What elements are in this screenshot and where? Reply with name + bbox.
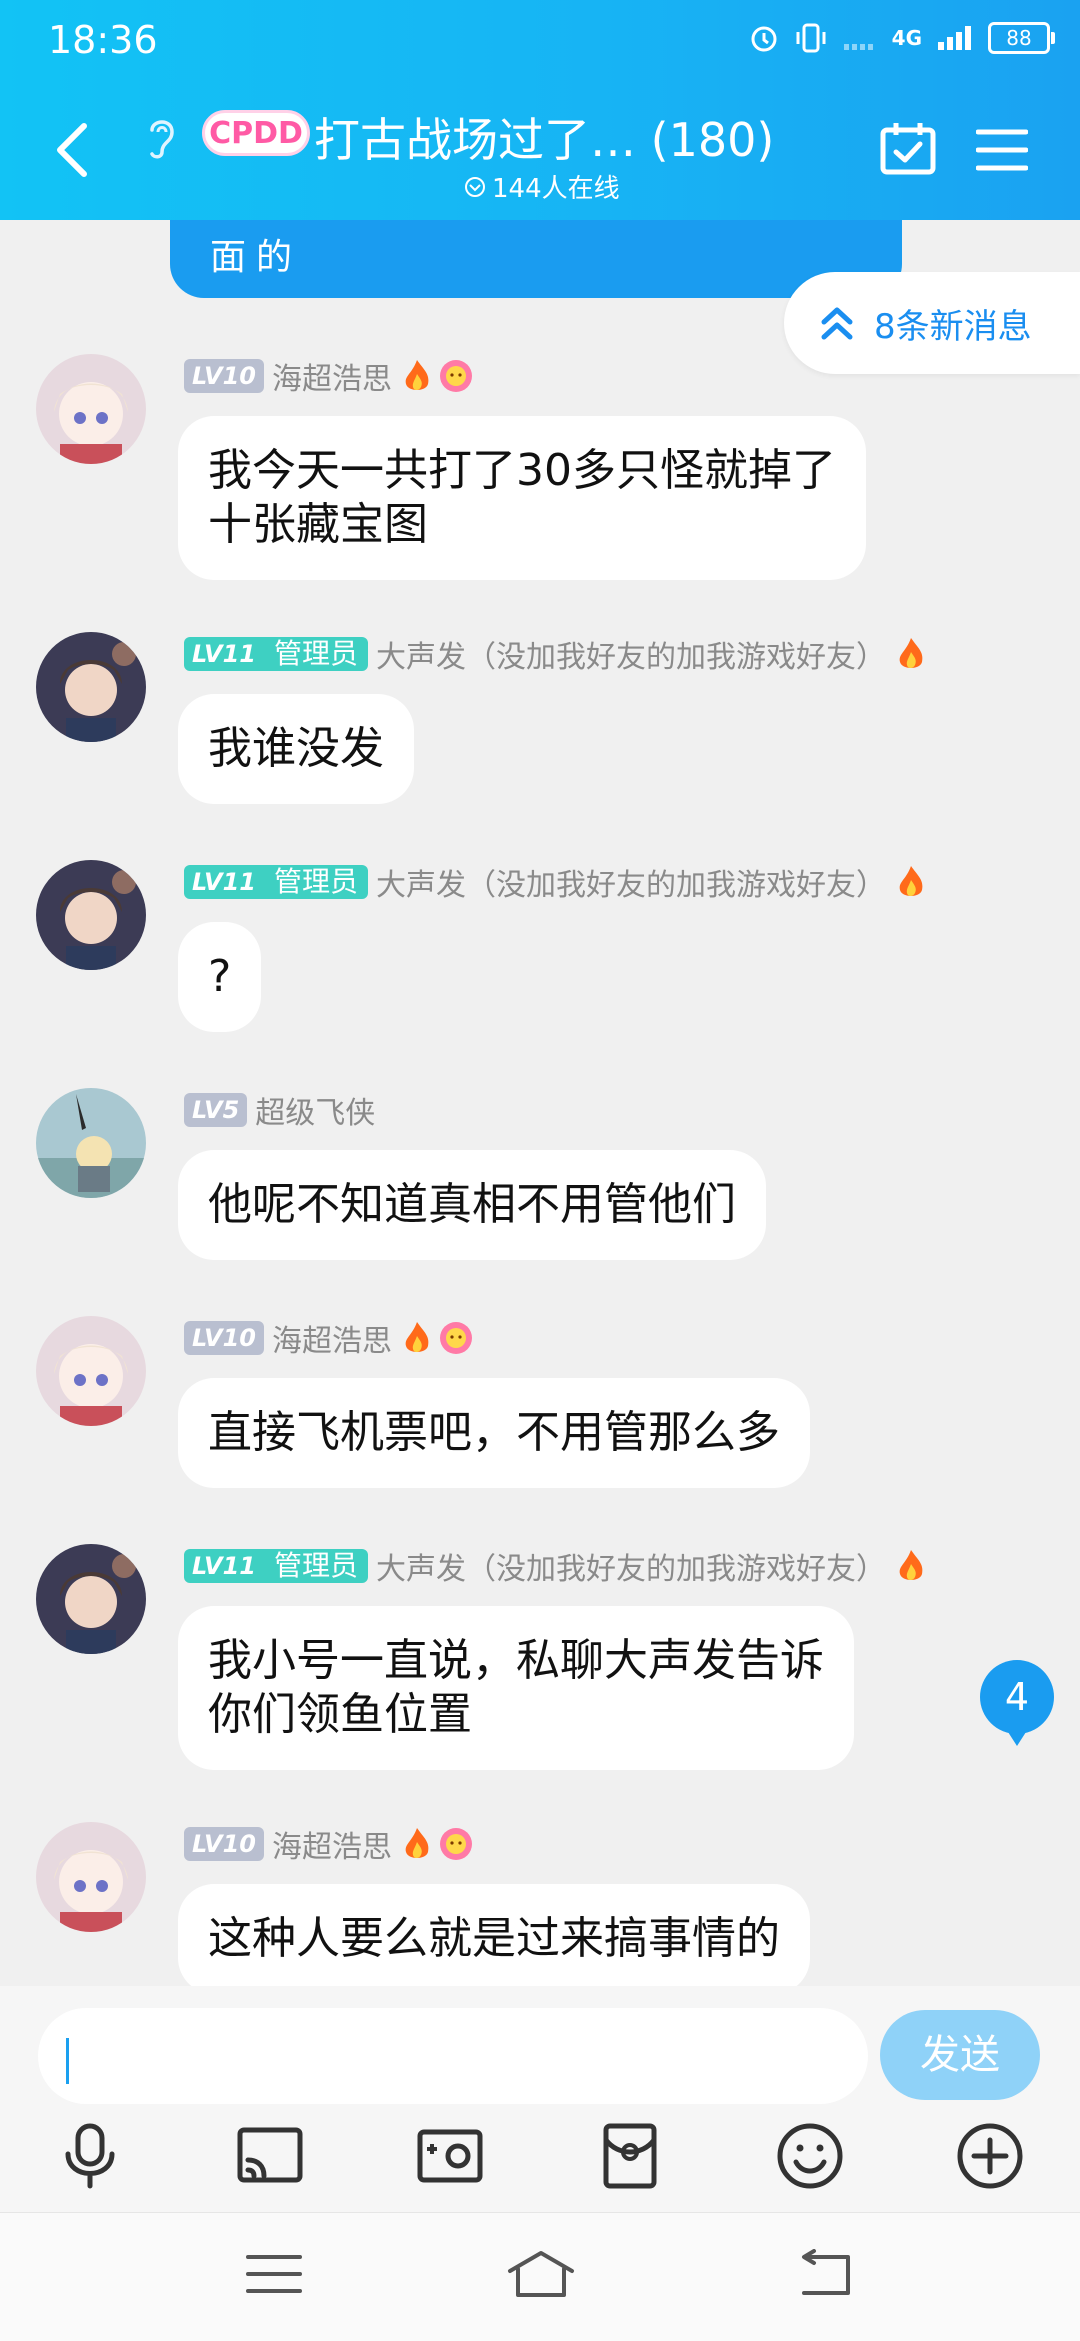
calendar-check-icon[interactable]: [880, 120, 936, 176]
online-count: 144人在线: [492, 174, 620, 204]
avatar[interactable]: [36, 1822, 146, 1932]
sender-meta: LV5 超级飞侠: [184, 1088, 375, 1132]
message-input[interactable]: [38, 2008, 868, 2104]
sender-meta: LV11 管理员 大声发（没加我好友的加我游戏好友）: [184, 632, 926, 676]
new-messages-label: 8条新消息: [874, 306, 1032, 347]
menu-icon[interactable]: [244, 2249, 304, 2299]
flower-icon: [439, 1828, 472, 1860]
message-bubble[interactable]: 我小号一直说，私聊大声发告诉 你们领鱼位置: [178, 1606, 854, 1770]
avatar[interactable]: [36, 354, 146, 464]
sender-name[interactable]: 超级飞侠: [255, 1088, 375, 1132]
red-packet-icon[interactable]: [594, 2120, 666, 2192]
fire-icon: [405, 360, 429, 390]
admin-badge: 管理员: [263, 637, 368, 671]
text-cursor: [66, 2038, 69, 2084]
flower-icon: [439, 360, 472, 392]
screen-cast-icon[interactable]: [234, 2120, 306, 2192]
system-navbar: [0, 2212, 1080, 2341]
fire-icon: [899, 638, 923, 668]
chat-header: 18:36 4G 88 CPDD 打古战场过了… (180) 144人在线: [0, 0, 1080, 220]
unread-count-badge[interactable]: 4: [980, 1660, 1054, 1746]
chat-message: LV10 海超浩思 直接飞机票吧，不用管那么多: [0, 1316, 1080, 1488]
emoji-icon[interactable]: [774, 2120, 846, 2192]
send-button[interactable]: 发送: [880, 2010, 1040, 2100]
fire-icon: [405, 1828, 429, 1858]
ear-icon: [150, 120, 174, 159]
message-bubble[interactable]: ?: [178, 922, 262, 1032]
sender-meta: LV11 管理员 大声发（没加我好友的加我游戏好友）: [184, 860, 926, 904]
chat-message: LV10 海超浩思 我今天一共打了30多只怪就掉了 十张藏宝图: [0, 354, 1080, 580]
battery-indicator: 88: [988, 22, 1055, 54]
chat-message: LV10 海超浩思 这种人要么就是过来搞事情的: [0, 1822, 1080, 1986]
message-bubble[interactable]: 这种人要么就是过来搞事情的: [178, 1884, 810, 1986]
level-badge: LV11: [184, 637, 264, 671]
message-bubble[interactable]: 我谁没发: [178, 694, 414, 804]
signal-icon: [938, 26, 971, 50]
level-badge: LV5: [184, 1093, 248, 1127]
vibrate-icon: [796, 23, 826, 53]
sender-name[interactable]: 海超浩思: [272, 1316, 392, 1360]
signal-weak-icon: [843, 44, 873, 50]
own-message-bubble[interactable]: 面的: [170, 220, 902, 298]
sender-meta: LV10 海超浩思: [184, 354, 474, 398]
status-time: 18:36: [48, 18, 158, 62]
status-icons: 4G 88: [748, 22, 1055, 54]
avatar[interactable]: [36, 860, 146, 970]
fire-icon: [899, 1550, 923, 1580]
menu-icon[interactable]: [976, 128, 1028, 172]
plus-icon[interactable]: [954, 2120, 1026, 2192]
double-chevron-up-icon: [821, 307, 853, 340]
message-bubble[interactable]: 直接飞机票吧，不用管那么多: [178, 1378, 810, 1488]
avatar[interactable]: [36, 1544, 146, 1654]
own-message-text: 面的: [210, 237, 303, 278]
level-badge: LV10: [184, 1827, 264, 1861]
level-badge: LV11: [184, 865, 264, 899]
admin-badge: 管理员: [263, 1549, 368, 1583]
fire-icon: [899, 866, 923, 896]
microphone-icon[interactable]: [54, 2120, 126, 2192]
online-status: 144人在线: [464, 168, 620, 205]
sender-meta: LV10 海超浩思: [184, 1316, 474, 1360]
chat-message: LV11 管理员 大声发（没加我好友的加我游戏好友） ?: [0, 860, 1080, 1032]
avatar[interactable]: [36, 1088, 146, 1198]
sender-name[interactable]: 大声发（没加我好友的加我游戏好友）: [376, 860, 886, 904]
cpdd-badge: CPDD: [202, 110, 310, 156]
flower-icon: [439, 1322, 472, 1354]
sender-meta: LV11 管理员 大声发（没加我好友的加我游戏好友）: [184, 1544, 926, 1588]
level-badge: LV10: [184, 359, 264, 393]
level-badge: LV11: [184, 1549, 264, 1583]
sender-name[interactable]: 大声发（没加我好友的加我游戏好友）: [376, 632, 886, 676]
back-arrow-icon[interactable]: [48, 120, 98, 180]
message-bubble[interactable]: 我今天一共打了30多只怪就掉了 十张藏宝图: [178, 416, 866, 580]
input-toolbar: [0, 2114, 1080, 2214]
group-title[interactable]: 打古战场过了… (180): [314, 104, 774, 170]
home-icon[interactable]: [506, 2249, 576, 2299]
photo-icon[interactable]: [414, 2120, 486, 2192]
back-icon[interactable]: [796, 2249, 856, 2299]
online-icon: [465, 176, 485, 197]
fire-icon: [405, 1322, 429, 1352]
sender-name[interactable]: 海超浩思: [272, 1822, 392, 1866]
sender-name[interactable]: 海超浩思: [272, 354, 392, 398]
avatar[interactable]: [36, 632, 146, 742]
admin-badge: 管理员: [263, 865, 368, 899]
network-type: 4G: [891, 26, 922, 50]
level-badge: LV10: [184, 1321, 264, 1355]
sender-name[interactable]: 大声发（没加我好友的加我游戏好友）: [376, 1544, 886, 1588]
input-panel: 发送: [0, 1986, 1080, 2212]
alarm-icon: [751, 26, 777, 52]
sender-meta: LV10 海超浩思: [184, 1822, 474, 1866]
chat-area[interactable]: 面的 8条新消息 LV10 海超浩思 我今天一共打了30多只怪就掉了 十张藏宝图…: [0, 220, 1080, 1986]
avatar[interactable]: [36, 1316, 146, 1426]
message-bubble[interactable]: 他呢不知道真相不用管他们: [178, 1150, 766, 1260]
chat-message: LV5 超级飞侠 他呢不知道真相不用管他们: [0, 1088, 1080, 1260]
chat-message: LV11 管理员 大声发（没加我好友的加我游戏好友） 我小号一直说，私聊大声发告诉…: [0, 1544, 1080, 1770]
chat-message: LV11 管理员 大声发（没加我好友的加我游戏好友） 我谁没发: [0, 632, 1080, 804]
